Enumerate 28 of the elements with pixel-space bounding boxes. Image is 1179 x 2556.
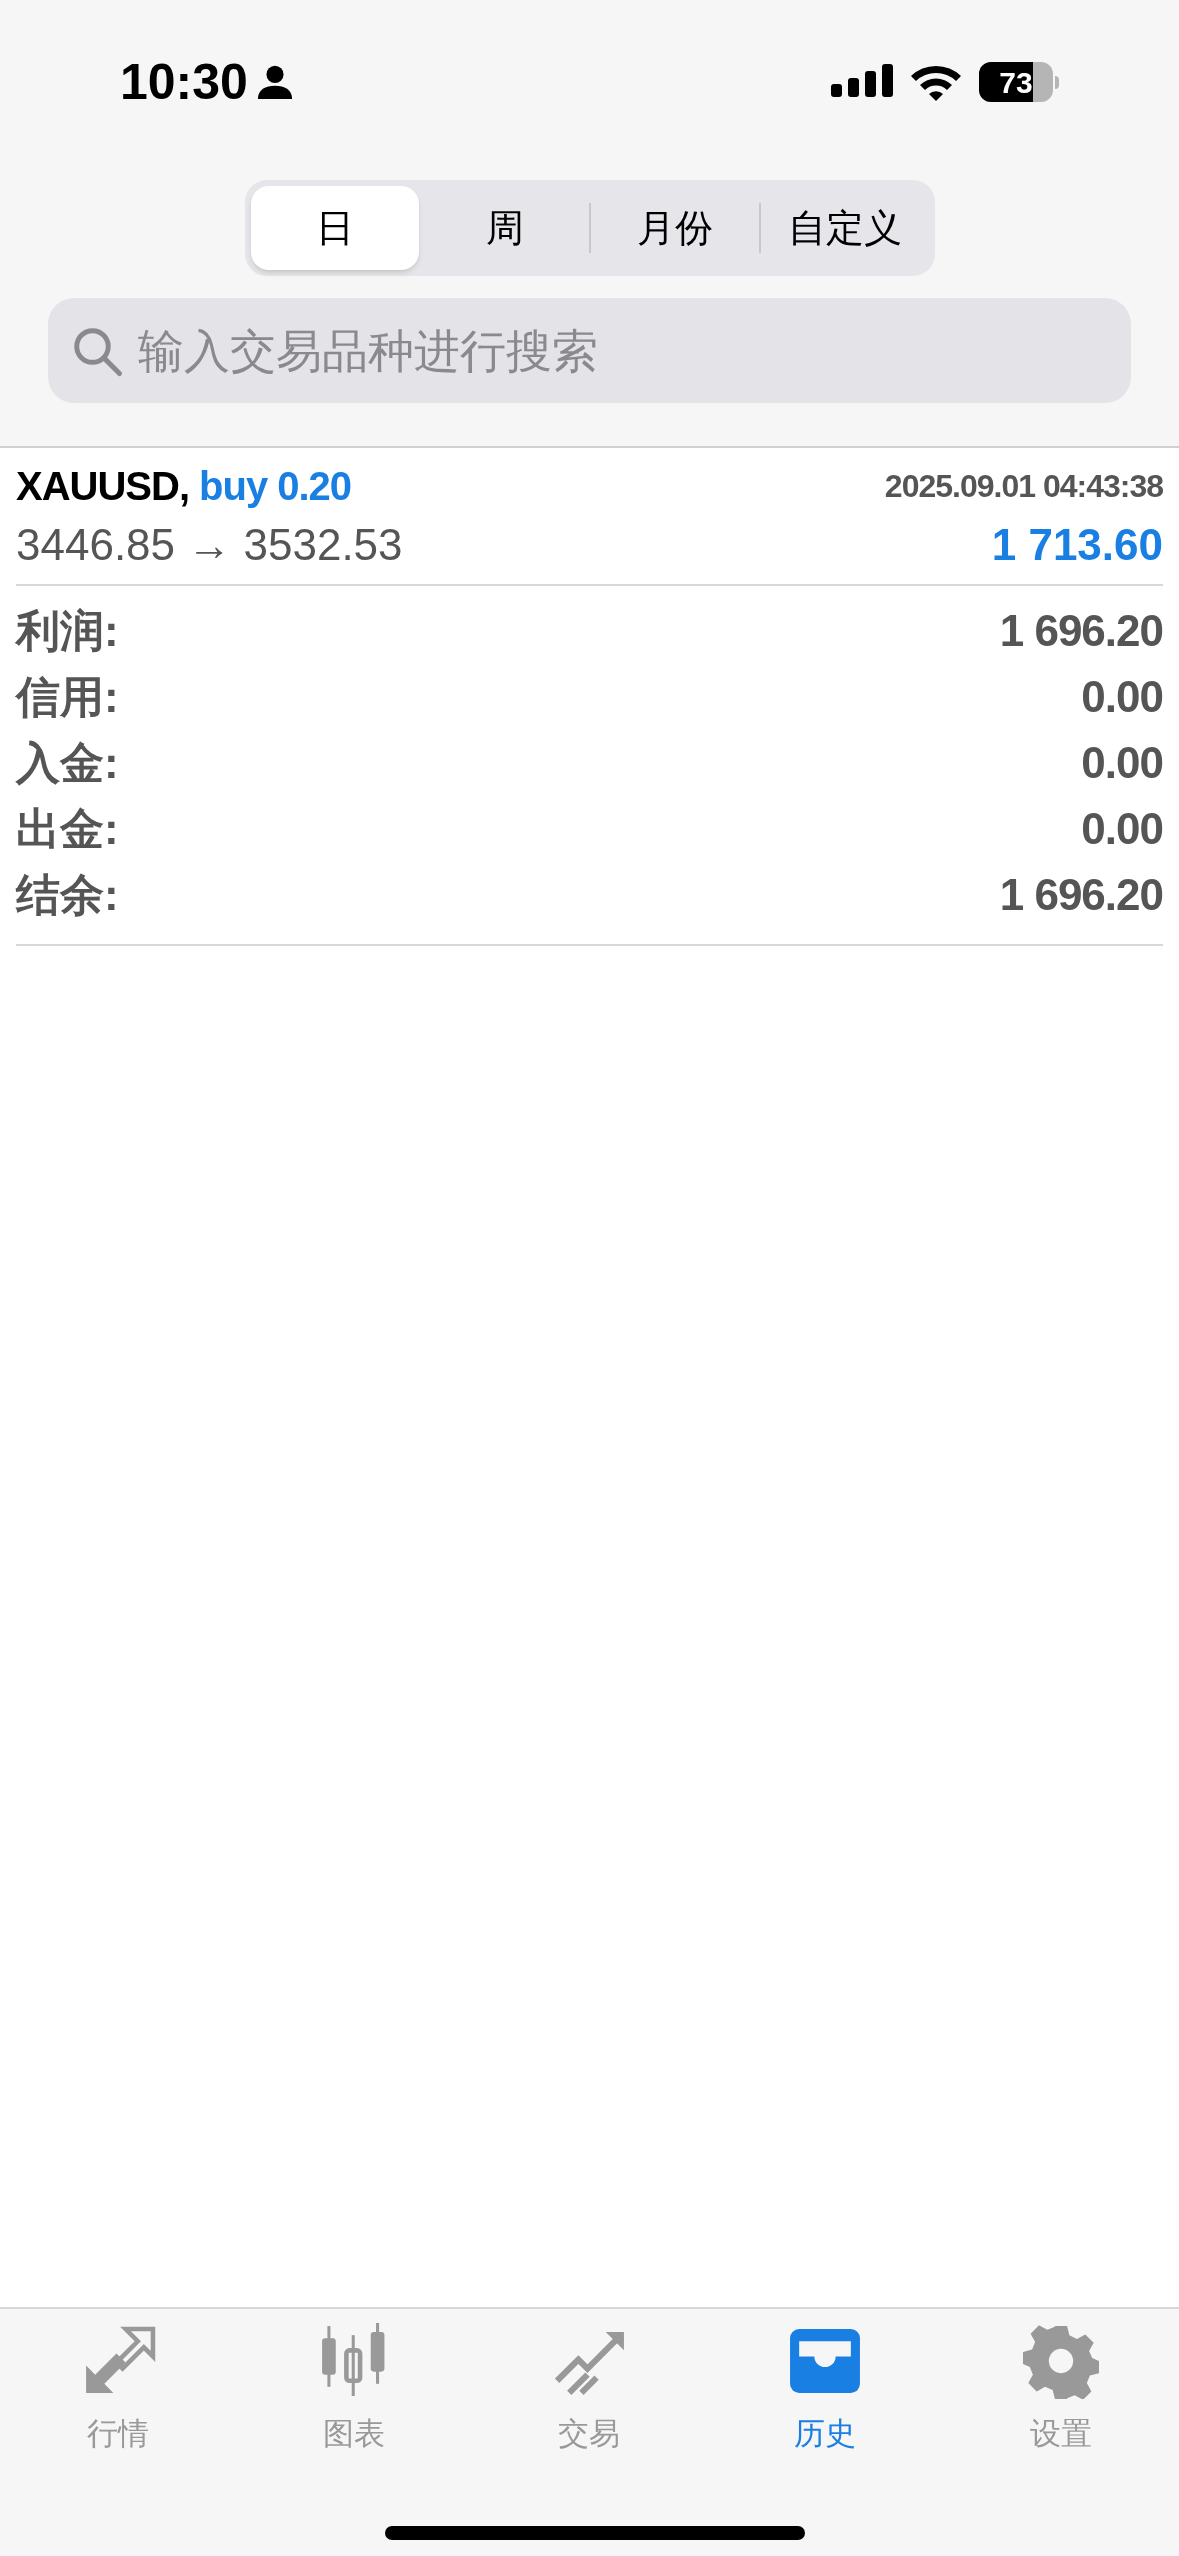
trade-direction: buy 0.20	[199, 463, 352, 510]
summary-value: 0.00	[1081, 671, 1163, 723]
tab-bar-item[interactable]: 交易	[471, 2323, 708, 2458]
period-tab[interactable]: 周	[420, 186, 589, 270]
settings-icon	[1023, 2323, 1100, 2399]
summary-value: 0.00	[1081, 737, 1163, 789]
summary-value: 1 696.20	[999, 605, 1163, 657]
summary-label: 信用:	[16, 671, 119, 723]
summary-label: 出金:	[16, 803, 119, 855]
summary-label: 入金:	[16, 737, 119, 789]
period-tab[interactable]: 自定义	[760, 186, 929, 270]
price-range: 3446.85 → 3532.53	[16, 519, 403, 571]
search-field[interactable]: 输入交易品种进行搜索	[48, 298, 1131, 403]
period-tab[interactable]: 月份	[590, 186, 759, 270]
status-time: 10:30	[120, 52, 248, 112]
tab-bar-item[interactable]: 设置	[943, 2323, 1179, 2458]
summary-label: 利润:	[16, 605, 119, 657]
tab-bar-item[interactable]: 行情	[0, 2323, 236, 2458]
tab-bar-item[interactable]: 历史	[707, 2323, 944, 2458]
period-tab[interactable]: 日	[250, 186, 419, 270]
summary-value: 1 696.20	[999, 869, 1163, 921]
tab-bar-item[interactable]: 图表	[235, 2323, 472, 2458]
summary-value: 0.00	[1081, 803, 1163, 855]
trade-profit: 1 713.60	[991, 519, 1163, 571]
trade-time: 2025.09.01 04:43:38	[884, 467, 1163, 506]
person-icon	[255, 63, 294, 101]
summary-label: 结余:	[16, 869, 119, 921]
symbol-name: XAUUSD,	[16, 463, 190, 510]
